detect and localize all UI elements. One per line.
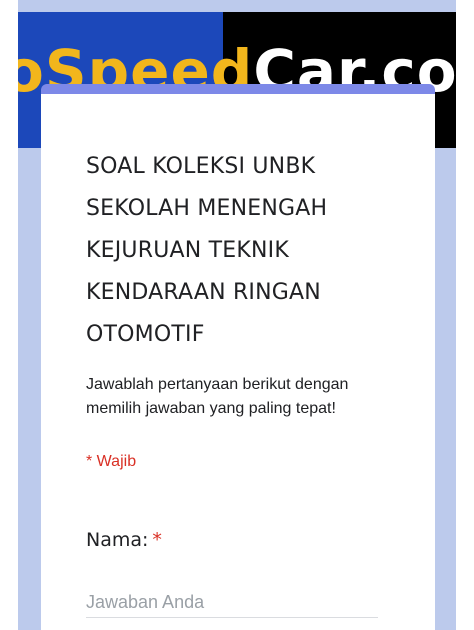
form-header-card: SOAL KOLEKSI UNBK SEKOLAH MENENGAH KEJUR… [41,84,435,630]
form-description: Jawablah pertanyaan berikut dengan memil… [86,376,349,417]
question-label: Nama: * [86,529,162,551]
form-page: oSpeedCar.co SOAL KOLEKSI UNBK SEKOLAH M… [18,0,456,630]
question-label-text: Nama: [86,529,149,551]
name-answer-input[interactable] [86,587,378,618]
form-title: SOAL KOLEKSI UNBK SEKOLAH MENENGAH KEJUR… [86,154,328,347]
required-asterisk: * [152,529,162,551]
required-note: * Wajib [86,453,137,470]
